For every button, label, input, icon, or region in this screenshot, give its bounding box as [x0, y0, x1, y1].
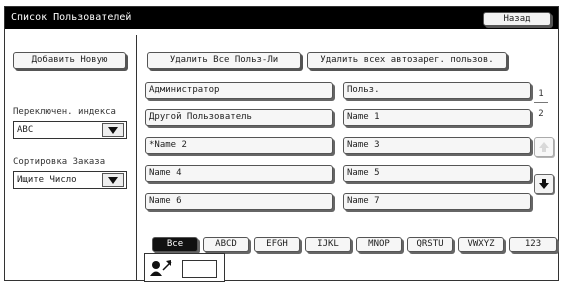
sort-select[interactable]: Ищите Число — [13, 171, 127, 189]
user-button[interactable]: Администратор — [145, 82, 333, 99]
tab-ijkl[interactable]: IJKL — [305, 237, 351, 252]
arrow-down-icon — [539, 179, 549, 189]
window-title: Список Пользователей — [11, 12, 132, 23]
index-select-value: ABC — [17, 125, 34, 135]
user-number-field[interactable] — [182, 260, 217, 278]
user-list-window: Список Пользователей Назад Добавить Нову… — [4, 6, 559, 282]
page-divider — [534, 102, 548, 103]
user-button[interactable]: Другой Пользователь — [145, 109, 333, 126]
sort-dropdown-button[interactable] — [102, 173, 124, 187]
page-total: 2 — [538, 109, 544, 119]
user-button[interactable]: Польз. — [343, 82, 531, 99]
chevron-down-icon — [108, 177, 118, 184]
user-button[interactable]: Name 7 — [343, 193, 531, 210]
index-dropdown-button[interactable] — [102, 123, 124, 137]
page-current: 1 — [538, 89, 544, 99]
delete-auto-registered-button[interactable]: Удалить всех автозарег. пользов. — [307, 52, 507, 69]
column-divider — [136, 35, 137, 280]
user-button[interactable]: Name 1 — [343, 109, 531, 126]
sort-select-value: Ищите Число — [17, 175, 77, 185]
chevron-down-icon — [108, 127, 118, 134]
tab-mnop[interactable]: MNOP — [356, 237, 402, 252]
tab-all[interactable]: Все — [152, 237, 198, 252]
scroll-down-button[interactable] — [534, 174, 554, 194]
tab-123[interactable]: 123 — [509, 237, 557, 252]
user-arrow-icon — [150, 260, 172, 276]
scroll-up-button[interactable] — [534, 137, 554, 157]
tab-efgh[interactable]: EFGH — [254, 237, 300, 252]
user-button[interactable]: *Name 2 — [145, 137, 333, 154]
back-button[interactable]: Назад — [483, 12, 551, 26]
tab-qrstu[interactable]: QRSTU — [407, 237, 453, 252]
user-button[interactable]: Name 3 — [343, 137, 531, 154]
user-number-area — [144, 253, 225, 282]
title-bar: Список Пользователей Назад — [5, 7, 558, 29]
index-switch-label: Переключен. индекса — [13, 107, 116, 117]
index-select[interactable]: ABC — [13, 121, 127, 139]
add-new-button[interactable]: Добавить Новую — [13, 52, 126, 69]
user-button[interactable]: Name 5 — [343, 165, 531, 182]
delete-all-users-button[interactable]: Удалить Все Польз-Ли — [147, 52, 301, 69]
tab-abcd[interactable]: ABCD — [203, 237, 249, 252]
arrow-up-icon — [539, 142, 549, 152]
user-button[interactable]: Name 6 — [145, 193, 333, 210]
tab-vwxyz[interactable]: VWXYZ — [458, 237, 504, 252]
sort-order-label: Сортировка Заказа — [13, 157, 106, 167]
user-button[interactable]: Name 4 — [145, 165, 333, 182]
